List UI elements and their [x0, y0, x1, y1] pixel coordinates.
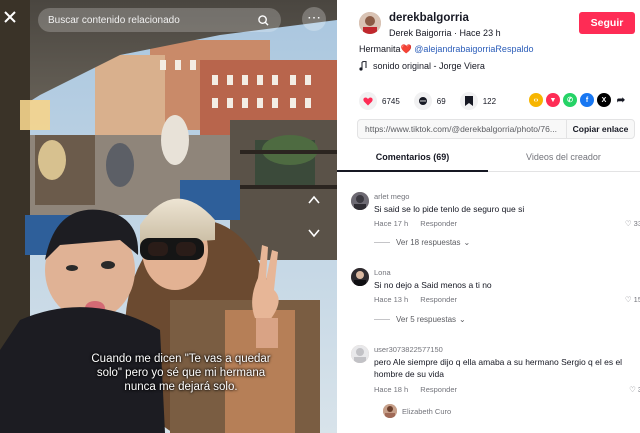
save-count: 122 [482, 96, 497, 106]
comment-item: arlet mego Si said se lo pide tenlo de s… [351, 192, 640, 254]
comment-time: Hace 18 h [374, 385, 409, 394]
close-button[interactable] [0, 6, 20, 30]
commenter-avatar[interactable] [351, 345, 369, 363]
post-url[interactable]: https://www.tiktok.com/@derekbalgorria/p… [358, 124, 566, 134]
more-options-button[interactable]: ⋯ [302, 7, 326, 31]
link-box: https://www.tiktok.com/@derekbalgorria/p… [357, 119, 635, 139]
commenter-name[interactable]: arlet mego [374, 192, 409, 201]
heart-outline-icon: ♡ [624, 219, 632, 228]
bookmark-icon [459, 92, 478, 110]
like-button[interactable]: 6745 [359, 92, 400, 110]
heart-outline-icon: ♡ [624, 295, 632, 304]
comment-time: Hace 13 h [374, 295, 409, 304]
music-title: sonido original - Jorge Viera [373, 61, 485, 71]
chevron-down-icon [308, 229, 320, 238]
facebook-icon[interactable]: f [580, 93, 594, 107]
description-text: Hermanita❤️ [359, 44, 412, 54]
chevron-down-icon: ⌄ [463, 238, 471, 247]
follow-button[interactable]: Seguir [579, 12, 635, 34]
view-replies-button[interactable]: Ver 18 respuestas ⌄ [374, 238, 470, 247]
tab-creator-videos[interactable]: Videos del creador [488, 152, 639, 162]
reply-button[interactable]: Responder [420, 219, 457, 228]
comment-like-count: 33 [633, 219, 640, 228]
view-replies-label: Ver 18 respuestas [396, 238, 461, 247]
mention-link[interactable]: @alejandrabaigorriaRespaldo [414, 44, 533, 54]
more-icon: ⋯ [307, 9, 321, 25]
comment-count: 69 [436, 96, 446, 106]
search-input[interactable] [48, 14, 255, 26]
comment-like-button[interactable]: ♡ 3 [629, 385, 640, 394]
comment-meta: Hace 17 h Responder [374, 219, 457, 228]
photo-viewer: ⋯ Cuando me dicen "Te vas a quedar solo"… [0, 0, 337, 433]
active-tab-indicator [337, 170, 488, 172]
post-time: Hace 23 h [459, 28, 501, 38]
embed-icon[interactable]: ‹› [529, 93, 543, 107]
comment-like-button[interactable]: ♡ 33 [625, 219, 640, 228]
commenter-avatar[interactable] [351, 192, 369, 210]
like-count: 6745 [382, 96, 400, 106]
reply-button[interactable]: Responder [420, 385, 457, 394]
next-arrow-button[interactable] [305, 225, 323, 241]
commenter-name[interactable]: user3073822577150 [374, 345, 443, 354]
search-bar [38, 8, 281, 32]
view-replies-button[interactable]: Ver 5 respuestas ⌄ [374, 315, 466, 324]
comment-meta: Hace 18 h Responder [374, 385, 457, 394]
heart-icon [359, 92, 377, 110]
copy-link-button[interactable]: Copiar enlace [566, 120, 634, 138]
whatsapp-icon[interactable]: ✆ [563, 93, 577, 107]
post-description: Hermanita❤️ @alejandrabaigorriaRespaldo [359, 44, 533, 55]
comment-like-button[interactable]: ♡ 15 [625, 295, 640, 304]
comment-text: pero Ale siempre dijo q ella amaba a su … [374, 357, 623, 379]
photo-caption: Cuando me dicen "Te vas a quedar solo" p… [91, 353, 271, 393]
save-button[interactable]: 122 [459, 92, 497, 110]
author-meta: Derek Baigorria · Hace 23 h [389, 28, 501, 38]
author-username[interactable]: derekbalgorria [389, 12, 469, 24]
previous-arrow-button[interactable] [305, 192, 323, 208]
post-details-panel: derekbalgorria Derek Baigorria · Hace 23… [337, 0, 640, 433]
replier-name[interactable]: Elizabeth Curo [402, 407, 451, 416]
comment-text: Si said se lo pide tenlo de seguro que s… [374, 204, 525, 214]
heart-outline-icon: ♡ [629, 385, 636, 394]
x-icon[interactable]: X [597, 93, 611, 107]
commenter-avatar[interactable] [351, 268, 369, 286]
comment-icon [413, 92, 432, 110]
comment-item: user3073822577150 pero Ale siempre dijo … [351, 345, 640, 401]
more-share-icon[interactable]: ➦ [614, 93, 628, 107]
music-info[interactable]: sonido original - Jorge Viera [359, 61, 485, 71]
reply-item: Elizabeth Curo [383, 404, 623, 424]
search-icon[interactable] [255, 12, 271, 28]
author-avatar[interactable] [359, 12, 381, 34]
tab-comments[interactable]: Comentarios (69) [337, 152, 488, 162]
reply-button[interactable]: Responder [420, 295, 457, 304]
comment-like-count: 15 [633, 295, 640, 304]
send-icon[interactable]: ▼ [546, 93, 560, 107]
comment-time: Hace 17 h [374, 219, 409, 228]
author-display-name: Derek Baigorria [389, 28, 452, 38]
close-icon [4, 11, 16, 23]
chevron-up-icon [308, 195, 320, 204]
comment-button[interactable]: 69 [413, 92, 446, 110]
music-note-icon [359, 61, 367, 71]
tabs: Comentarios (69) Videos del creador [337, 147, 640, 172]
commenter-name[interactable]: Lona [374, 268, 391, 277]
comment-text: Si no dejo a Said menos a ti no [374, 280, 492, 290]
chevron-down-icon: ⌄ [459, 315, 466, 324]
view-replies-label: Ver 5 respuestas [396, 315, 457, 324]
engagement-stats: 6745 69 122 [359, 92, 510, 110]
share-icons: ‹› ▼ ✆ f X ➦ [529, 93, 628, 107]
comment-meta: Hace 13 h Responder [374, 295, 457, 304]
comment-item: Lona Si no dejo a Said menos a ti no Hac… [351, 268, 640, 330]
replier-avatar[interactable] [383, 404, 397, 418]
